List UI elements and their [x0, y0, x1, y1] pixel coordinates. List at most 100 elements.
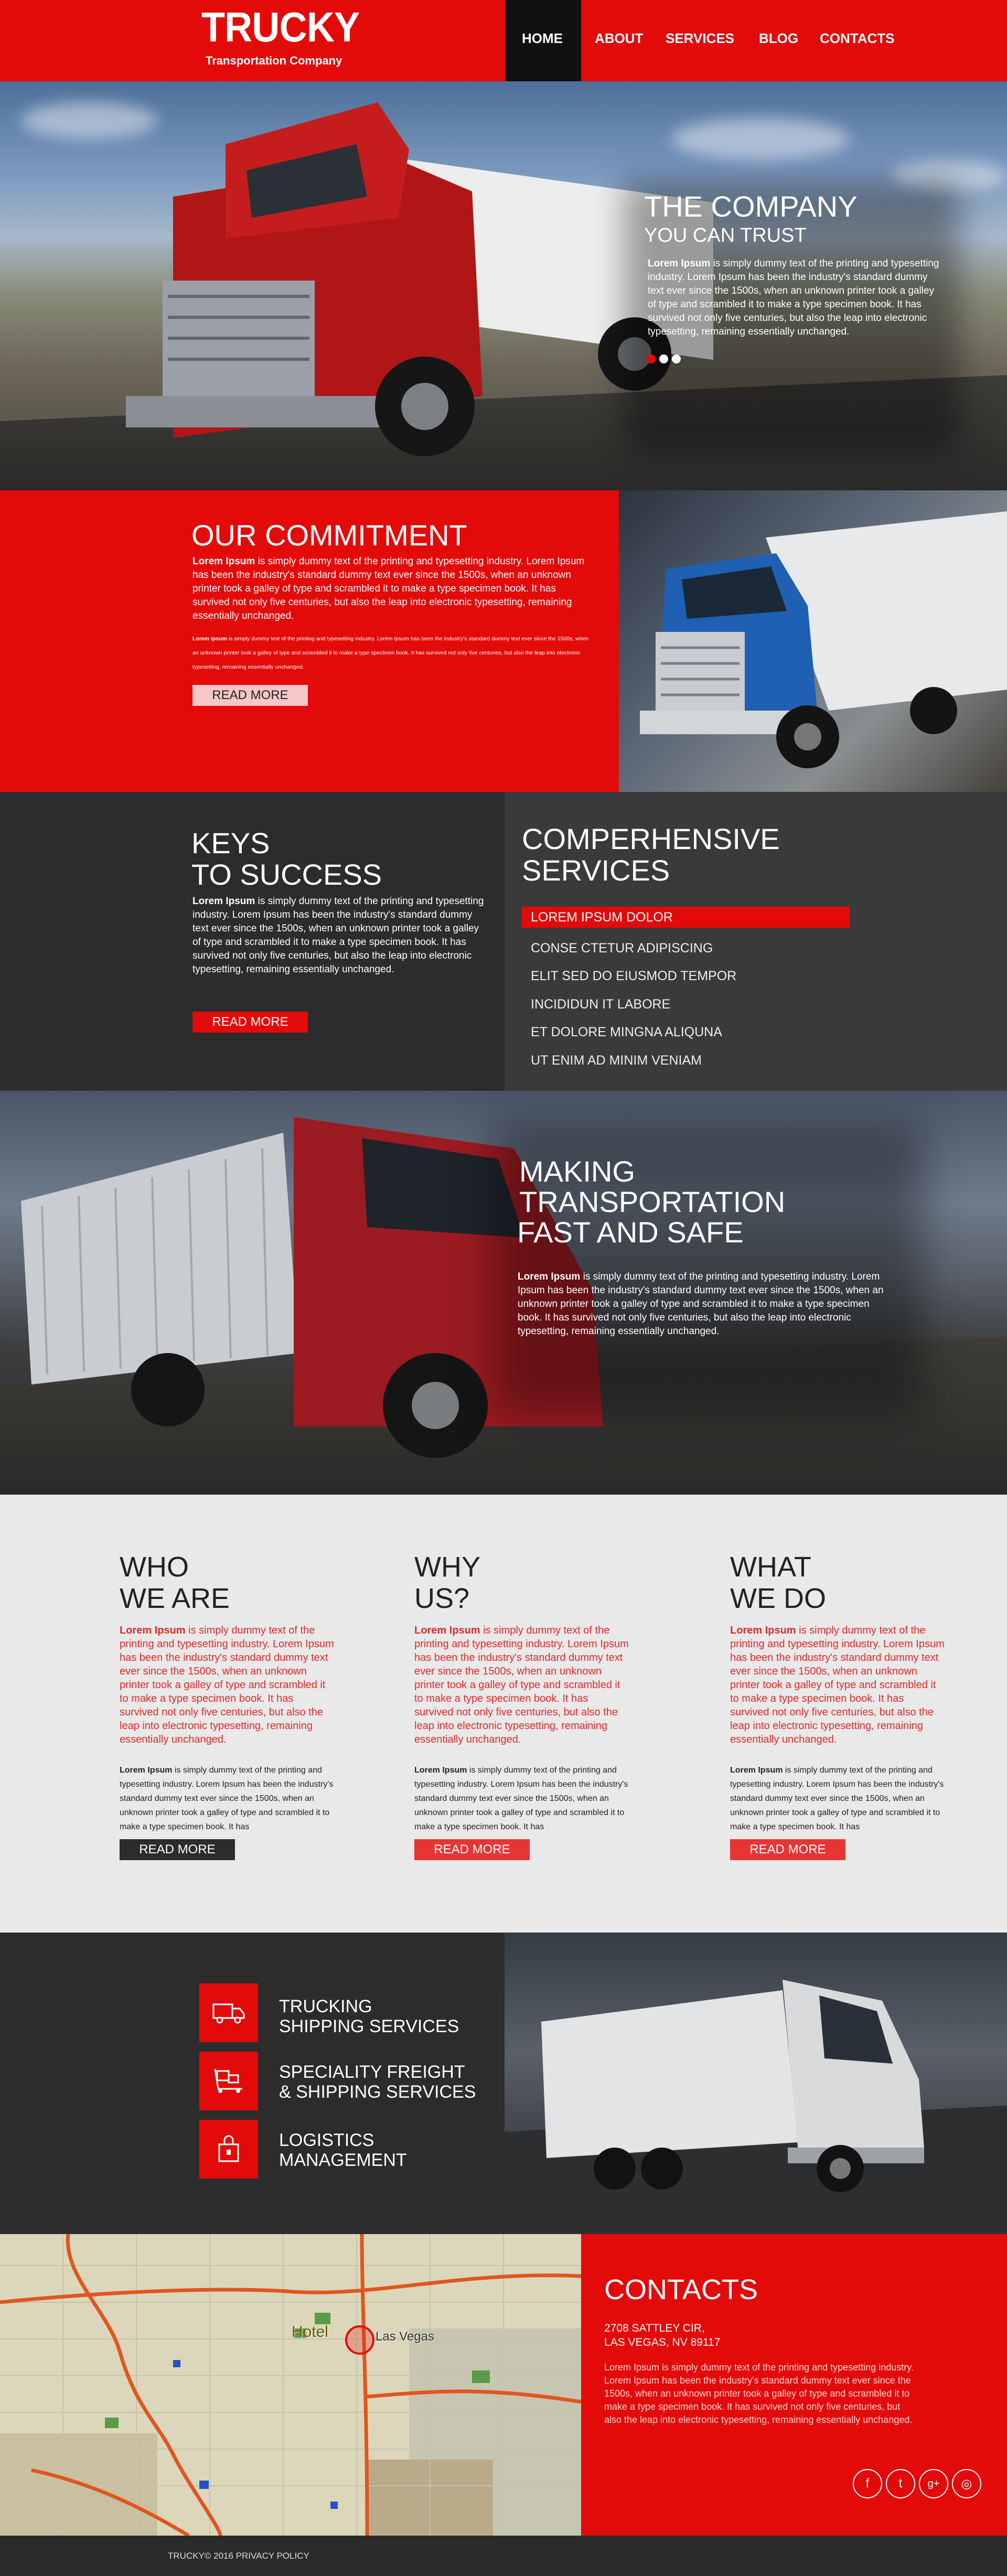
- nav-services[interactable]: SERVICES: [666, 30, 734, 47]
- keys-title-line2: TO SUCCESS: [191, 858, 382, 891]
- hero-title: THE COMPANY: [644, 190, 858, 223]
- contacts-address-line1: 2708 SATTLEY CIR,: [604, 2322, 705, 2334]
- map-graphic: [0, 2234, 581, 2536]
- map-city-label: Las Vegas: [376, 2330, 435, 2344]
- white-truck-image: [505, 1933, 1007, 2234]
- feature-label: SPECIALITY FREIGHT & SHIPPING SERVICES: [279, 2062, 476, 2102]
- what-read-more-button[interactable]: READ MORE: [730, 1839, 845, 1860]
- keys-text-body: is simply dummy text of the printing and…: [192, 896, 484, 975]
- column-dark-text: Lorem Ipsum is simply dummy text of the …: [120, 1763, 335, 1835]
- column-dark-body: is simply dummy text of the printing and…: [730, 1766, 944, 1831]
- map-pin-icon[interactable]: [345, 2325, 374, 2355]
- slider-dot-2[interactable]: [659, 355, 668, 363]
- column-dark-body: is simply dummy text of the printing and…: [120, 1766, 334, 1831]
- keys-text-lead: Lorem Ipsum: [192, 896, 255, 907]
- column-title: WHAT WE DO: [730, 1551, 945, 1614]
- column-title-line2: WE ARE: [120, 1583, 230, 1614]
- column-dark-body: is simply dummy text of the printing and…: [414, 1766, 628, 1831]
- map-pin-label: Hotel: [292, 2323, 329, 2341]
- column-what: WHAT WE DO Lorem Ipsum is simply dummy te…: [730, 1551, 945, 1860]
- nav-home[interactable]: HOME: [522, 30, 563, 47]
- column-red-text: Lorem Ipsum is simply dummy text of the …: [730, 1624, 945, 1746]
- twitter-icon[interactable]: t: [886, 2469, 915, 2498]
- column-title-line1: WHY: [414, 1551, 480, 1583]
- feature-label-line2: & SHIPPING SERVICES: [279, 2082, 476, 2102]
- hero-subtitle: YOU CAN TRUST: [644, 224, 807, 246]
- commitment-read-more-button[interactable]: READ MORE: [192, 685, 308, 706]
- making-title: MAKING TRANSPORTATION FAST AND SAFE: [517, 1155, 786, 1249]
- column-red-body: is simply dummy text of the printing and…: [120, 1625, 334, 1745]
- making-title-line1: MAKING: [519, 1155, 635, 1188]
- column-dark-text: Lorem Ipsum is simply dummy text of the …: [730, 1763, 945, 1835]
- logo-subtitle: Transportation Company: [206, 54, 342, 67]
- feature-label: TRUCKING SHIPPING SERVICES: [279, 1997, 459, 2036]
- column-title-line1: WHO: [120, 1551, 189, 1583]
- hero-text-body: is simply dummy text of the printing and…: [648, 258, 939, 337]
- commitment-title: OUR COMMITMENT: [191, 519, 467, 552]
- dolly-icon: [214, 2068, 242, 2093]
- service-item[interactable]: UT ENIM AD MINIM VENIAM: [531, 1053, 702, 1068]
- slider-dot-3[interactable]: [672, 355, 681, 363]
- contacts-text: Lorem Ipsum is simply dummy text of the …: [604, 2362, 914, 2425]
- services-title-line2: SERVICES: [522, 854, 670, 887]
- column-title: WHO WE ARE: [120, 1551, 335, 1614]
- commitment-small-text: Lorem Ipsum is simply dummy text of the …: [192, 632, 591, 674]
- location-map[interactable]: Hotel Las Vegas: [0, 2234, 581, 2536]
- hero-text: Lorem Ipsum is simply dummy text of the …: [648, 257, 941, 339]
- feature-icon-box[interactable]: [199, 1983, 258, 2042]
- service-item[interactable]: CONSE CTETUR ADIPISCING: [531, 941, 713, 956]
- google-plus-icon[interactable]: g+: [919, 2469, 948, 2498]
- column-red-lead: Lorem Ipsum: [120, 1625, 186, 1636]
- blue-truck-image: [619, 490, 1007, 792]
- slider-dot-1[interactable]: [647, 355, 656, 363]
- column-dark-lead: Lorem Ipsum: [414, 1766, 467, 1775]
- commitment-small-lead: Lorem Ipsum: [192, 636, 227, 642]
- hero-text-lead: Lorem Ipsum: [648, 258, 711, 269]
- who-read-more-button[interactable]: READ MORE: [120, 1839, 235, 1860]
- service-item[interactable]: ELIT SED DO EIUSMOD TEMPOR: [531, 969, 736, 984]
- keys-title-line1: KEYS: [191, 827, 270, 860]
- column-title-line1: WHAT: [730, 1551, 811, 1583]
- making-title-line3: FAST AND SAFE: [517, 1216, 744, 1249]
- feature-label-line1: SPECIALITY FREIGHT: [279, 2062, 465, 2082]
- column-title: WHY US?: [414, 1551, 629, 1614]
- column-why: WHY US? Lorem Ipsum is simply dummy text …: [414, 1551, 629, 1860]
- feature-label-line2: MANAGEMENT: [279, 2150, 407, 2170]
- keys-title: KEYS TO SUCCESS: [191, 828, 382, 890]
- column-red-body: is simply dummy text of the printing and…: [414, 1625, 629, 1745]
- feature-label-line1: TRUCKING: [279, 1997, 372, 2016]
- keys-read-more-button[interactable]: READ MORE: [192, 1012, 308, 1033]
- column-red-body: is simply dummy text of the printing and…: [730, 1625, 945, 1745]
- service-item[interactable]: INCIDIDUN IT LABORE: [531, 997, 670, 1012]
- feature-label-line1: LOGISTICS: [279, 2130, 374, 2150]
- column-dark-lead: Lorem Ipsum: [120, 1766, 173, 1775]
- nav-contacts[interactable]: CONTACTS: [820, 30, 895, 47]
- instagram-icon[interactable]: ◎: [952, 2469, 981, 2498]
- facebook-icon[interactable]: f: [853, 2469, 882, 2498]
- feature-icon-box[interactable]: [199, 2052, 258, 2110]
- contacts-address: 2708 SATTLEY CIR, LAS VEGAS, NV 89117: [604, 2321, 720, 2349]
- making-text-lead: Lorem Ipsum: [518, 1271, 581, 1282]
- service-item[interactable]: ET DOLORE MINGNA ALIQUNA: [531, 1025, 722, 1040]
- why-read-more-button[interactable]: READ MORE: [414, 1839, 530, 1860]
- site-footer: [0, 2536, 1007, 2576]
- column-title-line2: US?: [414, 1583, 470, 1614]
- column-who: WHO WE ARE Lorem Ipsum is simply dummy te…: [120, 1551, 335, 1860]
- feature-icon-box[interactable]: [199, 2120, 258, 2178]
- column-red-lead: Lorem Ipsum: [414, 1625, 480, 1636]
- column-dark-lead: Lorem Ipsum: [730, 1766, 783, 1775]
- nav-blog[interactable]: BLOG: [759, 30, 798, 47]
- making-text: Lorem Ipsum is simply dummy text of the …: [518, 1270, 885, 1338]
- truck-icon: [212, 2003, 245, 2024]
- making-title-line2: TRANSPORTATION: [519, 1185, 786, 1218]
- footer-text[interactable]: TRUCKY© 2016 PRIVACY POLICY: [168, 2551, 309, 2561]
- feature-label-line2: SHIPPING SERVICES: [279, 2016, 459, 2036]
- service-item[interactable]: LOREM IPSUM DOLOR: [531, 910, 673, 925]
- contacts-title: CONTACTS: [604, 2274, 758, 2305]
- logo-title[interactable]: TRUCKY: [201, 6, 360, 48]
- contacts-address-line2: LAS VEGAS, NV 89117: [604, 2336, 721, 2348]
- column-red-text: Lorem Ipsum is simply dummy text of the …: [120, 1624, 335, 1746]
- keys-text: Lorem Ipsum is simply dummy text of the …: [192, 895, 486, 976]
- nav-about[interactable]: ABOUT: [595, 30, 643, 47]
- package-icon: [218, 2135, 239, 2162]
